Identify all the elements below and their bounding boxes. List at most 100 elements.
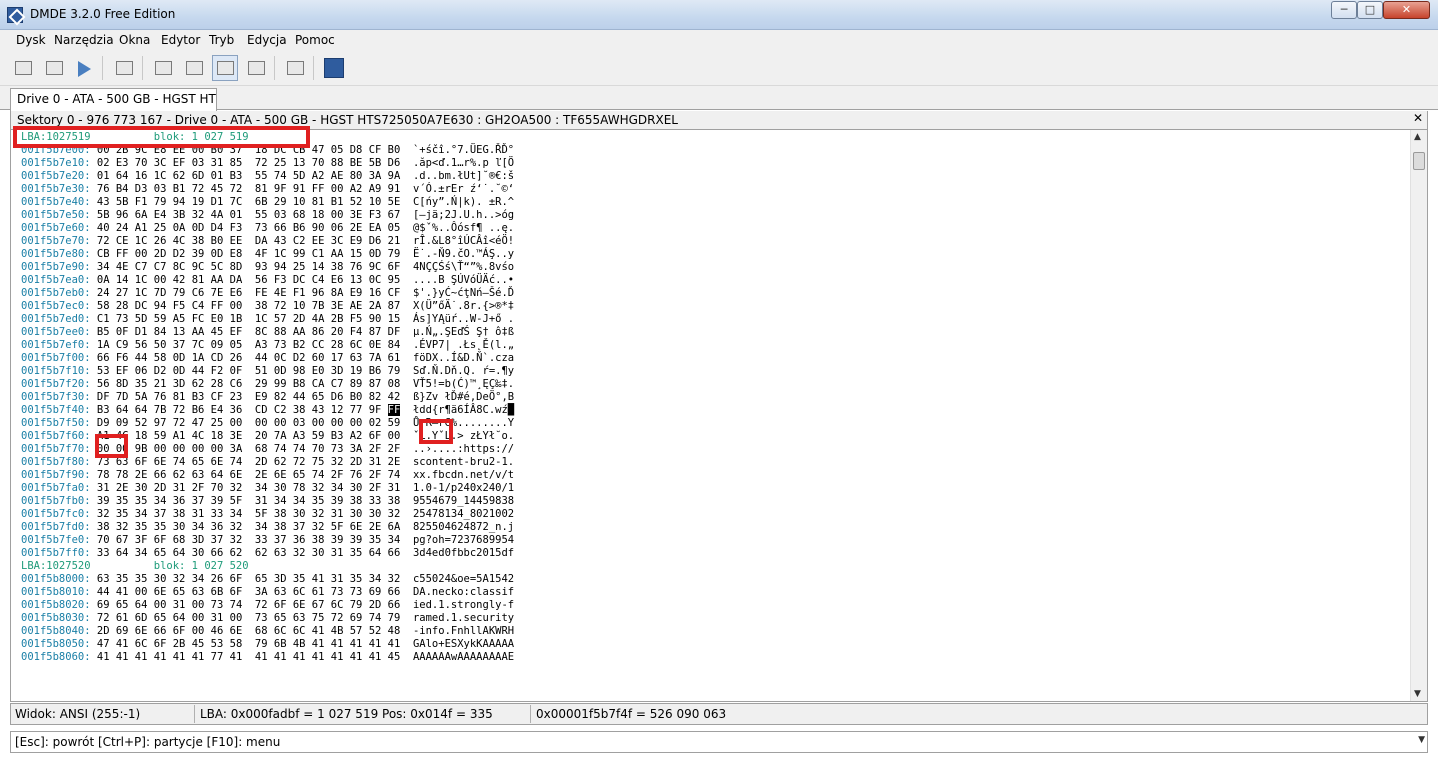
hex-row-bytes[interactable]: 24 27 1C 7D 79 C6 7E E6 FE 4E F1 96 8A E… xyxy=(97,287,400,299)
hex-row-ascii[interactable]: 1.0-1/p240x240/1 xyxy=(413,482,514,494)
hex-row-ascii[interactable]: Sď.Ň.Dň.Q. ŕ=.¶y xyxy=(413,365,514,377)
hex-row-ascii[interactable]: ..›....:https:// xyxy=(413,443,514,455)
menu-narzedzia[interactable]: Narzędzia xyxy=(54,33,114,47)
hex-row-bytes[interactable]: CB FF 00 2D D2 39 0D E8 4F 1C 99 C1 AA 1… xyxy=(97,248,400,260)
new-document-button[interactable] xyxy=(111,55,137,81)
hex-row-bytes[interactable]: 41 41 41 41 41 41 77 41 41 41 41 41 41 4… xyxy=(97,651,400,663)
hex-row-ascii[interactable]: 4NÇÇŚś\Ť“”%.8vśo xyxy=(413,261,514,273)
hex-row-bytes[interactable]: 0A 14 1C 00 42 81 AA DA 56 F3 DC C4 E6 1… xyxy=(97,274,400,286)
hex-row-bytes[interactable]: 76 B4 D3 03 B1 72 45 72 81 9F 91 FF 00 A… xyxy=(97,183,400,195)
hex-row-bytes[interactable]: 38 32 35 35 30 34 36 32 34 38 37 32 5F 6… xyxy=(97,521,400,533)
hex-row-ascii[interactable]: AAAAAAwAAAAAAAAE xyxy=(413,651,514,663)
hex-row-ascii[interactable]: .ÉVP7| .Łs˛Ě(l.„ xyxy=(413,339,514,351)
hex-row-ascii[interactable]: @$ˇ%..Ôósf¶ ..ę. xyxy=(413,222,514,234)
hex-row-ascii[interactable]: ˇL.YˇL.> zŁYł˘o. xyxy=(413,430,514,442)
hex-row-bytes[interactable]: 1A C9 56 50 37 7C 09 05 A3 73 B2 CC 28 6… xyxy=(97,339,400,351)
hex-row-ascii[interactable]: X(Ü”őÄ˙.8r.{>®*‡ xyxy=(413,300,514,312)
hex-row-ascii[interactable]: DA.necko:classif xyxy=(413,586,514,598)
hex-row-ascii[interactable]: ramed.1.security xyxy=(413,612,514,624)
hex-editor-panel[interactable]: LBA:1027519 blok: 1 027 519 001f5b7e00: 0… xyxy=(10,129,1428,702)
hex-row-ascii[interactable]: scontent-bru2-1. xyxy=(413,456,514,468)
hex-row-ascii[interactable]: GAlo+ESXykKAAAAA xyxy=(413,638,514,650)
hex-row-ascii[interactable]: 825504624872_n.j xyxy=(413,521,514,533)
detail-view-button[interactable] xyxy=(181,55,207,81)
hex-row-ascii[interactable]: pg?oh=7237689954 xyxy=(413,534,514,546)
hex-row-bytes[interactable]: 02 E3 70 3C EF 03 31 85 72 25 13 70 88 B… xyxy=(97,157,400,169)
hex-row-bytes[interactable]: 69 65 64 00 31 00 73 74 72 6F 6E 67 6C 7… xyxy=(97,599,400,611)
close-button[interactable]: ✕ xyxy=(1383,1,1430,19)
hex-row-bytes[interactable]: 43 5B F1 79 94 19 D1 7C 6B 29 10 81 B1 5… xyxy=(97,196,400,208)
minimize-button[interactable]: ─ xyxy=(1331,1,1357,19)
hex-row-bytes[interactable]: A1 4C 18 59 A1 4C 18 3E 20 7A A3 59 B3 A… xyxy=(97,430,400,442)
hex-row-ascii[interactable]: v´Ó.±rEr ź‘˙.˘©‘ xyxy=(413,183,514,195)
hex-row-ascii[interactable]: -info.FnhllAKWRH xyxy=(413,625,514,637)
selected-byte[interactable]: FF xyxy=(387,404,401,416)
hex-row-ascii[interactable]: 3d4ed0fbbc2015df xyxy=(413,547,514,559)
hex-row-bytes[interactable]: 63 35 35 30 32 34 26 6F 65 3D 35 41 31 3… xyxy=(97,573,400,585)
play-button[interactable] xyxy=(71,55,97,81)
hex-row-bytes[interactable]: 70 67 3F 6F 68 3D 37 32 33 37 36 38 39 3… xyxy=(97,534,400,546)
about-button[interactable] xyxy=(321,55,347,81)
copy-sectors-button[interactable] xyxy=(282,55,308,81)
menu-tryb[interactable]: Tryb xyxy=(209,33,234,47)
drive-button[interactable] xyxy=(10,55,36,81)
hex-row-bytes[interactable]: B5 0F D1 84 13 AA 45 EF 8C 88 AA 86 20 F… xyxy=(97,326,400,338)
scroll-down-icon[interactable]: ▼ xyxy=(1414,689,1421,699)
scroll-down-icon[interactable]: ▼ xyxy=(1418,735,1425,745)
hex-view-button[interactable] xyxy=(212,55,238,81)
hex-row-ascii[interactable]: µ.Ń„.ŞEďŚ Ş† ô‡ß xyxy=(413,326,514,338)
hex-row-ascii[interactable]: VŤ5!=b(Ć)™¸ĘÇ‰‡. xyxy=(413,378,514,390)
hex-row-bytes[interactable]: 44 41 00 6E 65 63 6B 6F 3A 63 6C 61 73 7… xyxy=(97,586,400,598)
hex-row-bytes[interactable]: 58 28 DC 94 F5 C4 FF 00 38 72 10 7B 3E A… xyxy=(97,300,400,312)
hex-row-ascii[interactable]: $'.}yĆ~ćţNń–Šé.Ď xyxy=(413,287,514,299)
hex-row-bytes[interactable]: 73 63 6F 6E 74 65 6E 74 2D 62 72 75 32 2… xyxy=(97,456,400,468)
hex-row-ascii[interactable]: `+śčî.°7.ÜEG.ŘĎ° xyxy=(413,144,514,156)
hex-row-bytes[interactable]: 40 24 A1 25 0A 0D D4 F3 73 66 B6 90 06 2… xyxy=(97,222,400,234)
hex-row-bytes[interactable]: 32 35 34 37 38 31 33 34 5F 38 30 32 31 3… xyxy=(97,508,400,520)
status-view-mode[interactable]: Widok: ANSI (255:-1) xyxy=(15,707,140,721)
menu-edytor[interactable]: Edytor xyxy=(161,33,200,47)
maximize-button[interactable]: □ xyxy=(1357,1,1383,19)
hex-row-bytes[interactable]: 72 61 6D 65 64 00 31 00 73 65 63 75 72 6… xyxy=(97,612,400,624)
hex-row-bytes[interactable]: 00 2B 9C E8 EE 00 B0 37 18 DC CB 47 05 D… xyxy=(97,144,400,156)
hex-row-bytes[interactable]: 56 8D 35 21 3D 62 28 C6 29 99 B8 CA C7 8… xyxy=(97,378,400,390)
scroll-up-icon[interactable]: ▲ xyxy=(1414,132,1421,142)
partitions-button[interactable] xyxy=(41,55,67,81)
hex-row-ascii[interactable]: ied.1.strongly-f xyxy=(413,599,514,611)
hex-row-bytes[interactable]: C1 73 5D 59 A5 FC E0 1B 1C 57 2D 4A 2B F… xyxy=(97,313,400,325)
hex-row-bytes[interactable]: D9 09 52 97 72 47 25 00 00 00 03 00 00 0… xyxy=(97,417,400,429)
vertical-scrollbar[interactable]: ▲ ▼ xyxy=(1410,130,1427,701)
hex-row-ascii[interactable]: [–jä;2J.U.h..>óg xyxy=(413,209,514,221)
hex-row-bytes[interactable]: 33 64 34 65 64 30 66 62 62 63 32 30 31 3… xyxy=(97,547,400,559)
hex-row-ascii[interactable]: ß}Zv łĎ#é‚DeÖ°‚B xyxy=(413,391,514,403)
hex-row-ascii[interactable]: 25478134_8021002 xyxy=(413,508,514,520)
hex-row-ascii[interactable]: c55024&oe=5A1542 xyxy=(413,573,514,585)
hex-row-ascii[interactable]: łdd{r¶ä6ÍÂ8C.wź█ xyxy=(413,404,514,416)
hex-row-ascii[interactable]: rÎ.&L8°îÚCÂî<éÖ! xyxy=(413,235,514,247)
menu-pomoc[interactable]: Pomoc xyxy=(295,33,335,47)
search-view-button[interactable] xyxy=(243,55,269,81)
hex-row-bytes[interactable]: 34 4E C7 C7 8C 9C 5C 8D 93 94 25 14 38 7… xyxy=(97,261,400,273)
hex-row-bytes[interactable]: 00 00 9B 00 00 00 00 3A 68 74 74 70 73 3… xyxy=(97,443,400,455)
menu-edycja[interactable]: Edycja xyxy=(247,33,287,47)
hex-row-bytes[interactable]: DF 7D 5A 76 81 B3 CF 23 E9 82 44 65 D6 B… xyxy=(97,391,400,403)
hex-row-bytes[interactable]: 2D 69 6E 66 6F 00 46 6E 68 6C 6C 41 4B 5… xyxy=(97,625,400,637)
hex-row-ascii[interactable]: Ů R—rG%........Y xyxy=(413,417,514,429)
hex-row-bytes[interactable]: 31 2E 30 2D 31 2F 70 32 34 30 78 32 34 3… xyxy=(97,482,400,494)
hex-row-ascii[interactable]: ....B ŞÚVóÜÄć..• xyxy=(413,274,514,286)
close-panel-icon[interactable]: ✕ xyxy=(1413,111,1423,125)
hex-row-bytes[interactable]: 5B 96 6A E4 3B 32 4A 01 55 03 68 18 00 3… xyxy=(97,209,400,221)
hex-row-ascii[interactable]: Ë˙.-Ň9.čO.™ÁŞ..y xyxy=(413,248,514,260)
hex-row-bytes[interactable]: 47 41 6C 6F 2B 45 53 58 79 6B 4B 41 41 4… xyxy=(97,638,400,650)
hex-row-bytes[interactable]: B3 64 64 7B 72 B6 E4 36 CD C2 38 43 12 7… xyxy=(97,404,388,416)
menu-okna[interactable]: Okna xyxy=(119,33,150,47)
list-view-button[interactable] xyxy=(150,55,176,81)
menu-dysk[interactable]: Dysk xyxy=(16,33,46,47)
hex-row-ascii[interactable]: Ás]YĄüŕ..W-J+ő . xyxy=(413,313,514,325)
hex-row-bytes[interactable]: 39 35 35 34 36 37 39 5F 31 34 34 35 39 3… xyxy=(97,495,400,507)
hex-row-ascii[interactable]: 9554679_14459838 xyxy=(413,495,514,507)
hex-row-ascii[interactable]: .ăp<ď.1…r%.p ľ[Ö xyxy=(413,157,514,169)
hex-row-ascii[interactable]: C[ńy”.Ń|k). ±R.^ xyxy=(413,196,514,208)
hex-row-bytes[interactable]: 72 CE 1C 26 4C 38 B0 EE DA 43 C2 EE 3C E… xyxy=(97,235,400,247)
hex-row-bytes[interactable]: 53 EF 06 D2 0D 44 F2 0F 51 0D 98 E0 3D 1… xyxy=(97,365,400,377)
